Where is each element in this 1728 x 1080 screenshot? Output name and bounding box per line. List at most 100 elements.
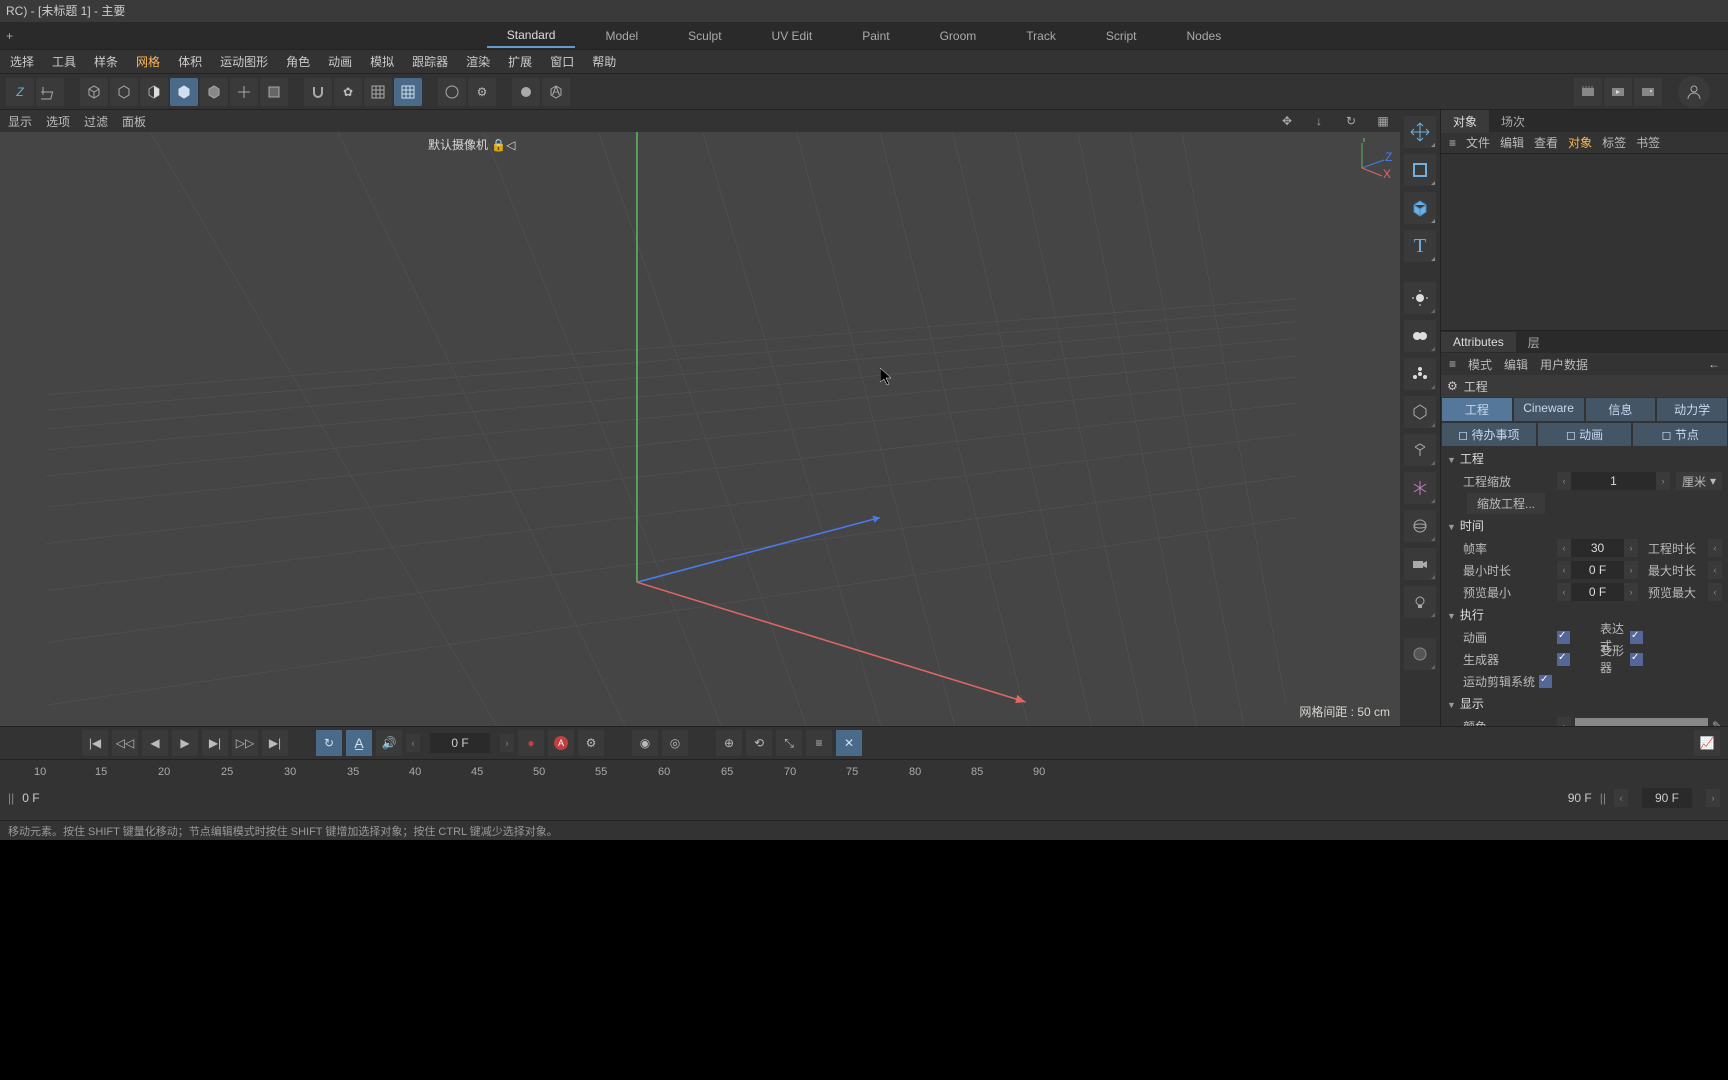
obj-menu-object[interactable]: 对象 <box>1568 134 1592 151</box>
vp-menu-filter[interactable]: 过滤 <box>84 113 108 130</box>
display-section-header[interactable]: 显示 <box>1441 692 1728 715</box>
vp-menu-display[interactable]: 显示 <box>8 113 32 130</box>
decrement-icon[interactable]: ‹ <box>1708 583 1722 601</box>
viewport-3d[interactable]: 默认摄像机 🔒◁ 网格间距 : 50 cm Y Z X <box>0 132 1400 726</box>
timeline-ruler[interactable]: 10 15 20 25 30 35 40 45 50 55 60 65 70 7… <box>0 759 1728 787</box>
tool-settings-icon[interactable]: ✿ <box>334 78 362 106</box>
tab-attributes[interactable]: Attributes <box>1441 332 1516 352</box>
frame-prev-icon[interactable]: ‹ <box>406 734 420 752</box>
square-tool-icon[interactable] <box>1404 154 1436 186</box>
tool-gear-icon[interactable]: ⚙ <box>468 78 496 106</box>
obj-menu-edit[interactable]: 编辑 <box>1500 134 1524 151</box>
vp-menu-panel[interactable]: 面板 <box>122 113 146 130</box>
hamburger-icon[interactable]: ≡ <box>1449 357 1456 371</box>
obj-menu-tags[interactable]: 标签 <box>1602 134 1626 151</box>
autokey-toggle-icon[interactable]: A <box>548 730 574 756</box>
decrement-icon[interactable]: ‹ <box>1557 472 1571 490</box>
hamburger-icon[interactable]: ≡ <box>1449 136 1456 150</box>
subtab-project[interactable]: 工程 <box>1441 397 1513 422</box>
fps-input[interactable]: 30 <box>1571 539 1624 557</box>
goto-end-icon[interactable]: ▶| <box>262 730 288 756</box>
next-key-icon[interactable]: ▷▷ <box>232 730 258 756</box>
handle-left-icon[interactable]: || <box>8 791 14 805</box>
increment-icon[interactable]: › <box>1656 472 1670 490</box>
field-tool-icon[interactable] <box>1404 434 1436 466</box>
handle-right-icon[interactable]: || <box>1600 791 1606 805</box>
subtab-dynamics[interactable]: 动力学 <box>1656 397 1728 422</box>
increment-icon[interactable]: › <box>1624 539 1638 557</box>
subtab-cineware[interactable]: Cineware <box>1513 397 1585 422</box>
eyedropper-icon[interactable]: ✎ <box>1712 719 1722 726</box>
next-frame-icon[interactable]: ▶| <box>202 730 228 756</box>
key-sphere-icon[interactable]: ◉ <box>632 730 658 756</box>
key-check-icon[interactable]: ◎ <box>662 730 688 756</box>
key-pos-icon[interactable]: ⊕ <box>716 730 742 756</box>
prev-frame-icon[interactable]: ◀ <box>142 730 168 756</box>
tool-workplane-icon[interactable] <box>36 78 64 106</box>
scale-input[interactable]: 1 <box>1571 472 1656 490</box>
expr-checkbox[interactable] <box>1630 631 1643 644</box>
project-section-header[interactable]: 工程 <box>1441 447 1728 470</box>
tool-hex-icon[interactable]: A <box>542 78 570 106</box>
end-frame-input[interactable]: 90 F <box>1642 788 1692 808</box>
key-param-icon[interactable]: ≡ <box>806 730 832 756</box>
start-frame-input[interactable]: 0 F <box>22 791 39 805</box>
menu-window[interactable]: 窗口 <box>546 51 578 72</box>
layout-tab-track[interactable]: Track <box>1006 25 1076 47</box>
record-icon[interactable]: ● <box>518 730 544 756</box>
menu-mesh[interactable]: 网格 <box>132 51 164 72</box>
cloner-tool-icon[interactable] <box>1404 358 1436 390</box>
menu-simulate[interactable]: 模拟 <box>366 51 398 72</box>
decrement-icon[interactable]: ‹ <box>1557 539 1571 557</box>
light-tool-icon[interactable] <box>1404 282 1436 314</box>
layout-tab-standard[interactable]: Standard <box>487 24 576 48</box>
tab-layers[interactable]: 层 <box>1516 331 1552 354</box>
menu-render[interactable]: 渲染 <box>462 51 494 72</box>
tool-axis-edit-icon[interactable] <box>230 78 258 106</box>
key-pla-icon[interactable]: ✕ <box>836 730 862 756</box>
current-frame[interactable]: 0 F <box>430 733 490 753</box>
axis-gizmo[interactable]: Y Z X <box>1352 138 1392 178</box>
layout-tab-sculpt[interactable]: Sculpt <box>668 25 741 47</box>
min-input[interactable]: 0 F <box>1571 561 1624 579</box>
prev-key-icon[interactable]: ◁◁ <box>112 730 138 756</box>
tab-objects[interactable]: 对象 <box>1441 110 1489 133</box>
extrude-tool-icon[interactable] <box>1404 320 1436 352</box>
subtab-todo[interactable]: ◻ 待办事项 <box>1441 422 1537 447</box>
tool-magnet-icon[interactable] <box>304 78 332 106</box>
menu-mograph[interactable]: 运动图形 <box>216 51 272 72</box>
tool-circle-icon[interactable] <box>438 78 466 106</box>
attr-menu-mode[interactable]: 模式 <box>1468 356 1492 373</box>
unit-dropdown[interactable]: 厘米 ▾ <box>1676 472 1722 490</box>
menu-character[interactable]: 角色 <box>282 51 314 72</box>
decrement-icon[interactable]: ‹ <box>1708 561 1722 579</box>
scale-project-button[interactable]: 缩放工程... <box>1467 493 1545 514</box>
tool-cube-half-icon[interactable] <box>140 78 168 106</box>
frame-next-icon[interactable]: › <box>500 734 514 752</box>
deform-checkbox[interactable] <box>1630 653 1643 666</box>
tag-tool-icon[interactable] <box>1404 638 1436 670</box>
layout-tab-script[interactable]: Script <box>1086 25 1157 47</box>
vp-dolly-icon[interactable]: ↓ <box>1310 112 1328 130</box>
camera-tool-icon[interactable] <box>1404 548 1436 580</box>
tool-snap-grid-icon[interactable] <box>394 78 422 106</box>
text-tool-icon[interactable]: T <box>1404 230 1436 262</box>
goto-start-icon[interactable]: |◀ <box>82 730 108 756</box>
menu-tracker[interactable]: 跟踪器 <box>408 51 452 72</box>
symmetry-tool-icon[interactable] <box>1404 472 1436 504</box>
vp-rotate-icon[interactable]: ↻ <box>1342 112 1360 130</box>
bulb-tool-icon[interactable] <box>1404 586 1436 618</box>
menu-animation[interactable]: 动画 <box>324 51 356 72</box>
render-settings-icon[interactable] <box>1574 78 1602 106</box>
increment-icon[interactable]: › <box>1706 789 1720 807</box>
increment-icon[interactable]: › <box>1624 583 1638 601</box>
tool-cube-solid-icon[interactable] <box>170 78 198 106</box>
decrement-icon[interactable]: ‹ <box>1708 539 1722 557</box>
sphere-tool-icon[interactable] <box>1404 510 1436 542</box>
tool-axis-z[interactable]: Z <box>6 78 34 106</box>
layout-tab-groom[interactable]: Groom <box>920 25 997 47</box>
attr-menu-userdata[interactable]: 用户数据 <box>1540 356 1588 373</box>
preview-min-input[interactable]: 0 F <box>1571 583 1624 601</box>
sound-icon[interactable]: 🔊 <box>376 730 402 756</box>
cube-tool-icon[interactable] <box>1404 192 1436 224</box>
